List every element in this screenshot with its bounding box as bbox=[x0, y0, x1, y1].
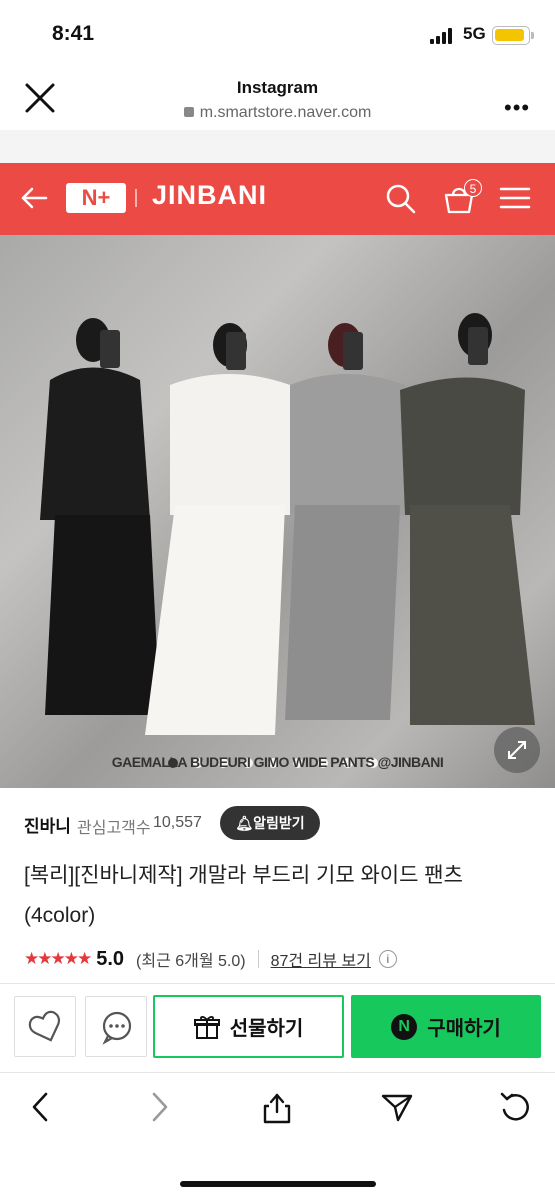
forward-icon[interactable] bbox=[142, 1090, 176, 1124]
status-time: 8:41 bbox=[52, 22, 95, 45]
talk-button[interactable] bbox=[85, 996, 147, 1057]
divider bbox=[0, 983, 555, 984]
chat-bubble-icon bbox=[102, 1011, 132, 1045]
status-bar: 8:41 5G bbox=[0, 0, 555, 66]
rating-stars: ★★★★★ bbox=[24, 949, 92, 968]
browser-origin: Instagram bbox=[236, 78, 319, 97]
naver-n-icon: N bbox=[391, 1013, 418, 1040]
product-photo bbox=[40, 313, 535, 735]
search-icon[interactable] bbox=[385, 183, 417, 215]
seller-name[interactable]: 진바니 bbox=[24, 812, 71, 837]
gift-label: 선물하기 bbox=[229, 1018, 304, 1040]
like-button[interactable] bbox=[14, 996, 76, 1057]
page-top-strip bbox=[0, 130, 555, 163]
bell-plus-icon: 🔔︎ bbox=[235, 815, 254, 831]
gift-icon bbox=[193, 1015, 220, 1039]
product-title: [복리][진바니제작] 개말라 부드리 기모 와이드 팬츠 (4color) bbox=[24, 864, 463, 927]
buy-label: 구매하기 bbox=[427, 1018, 501, 1040]
gift-button[interactable]: 선물하기 bbox=[153, 995, 344, 1058]
menu-icon[interactable] bbox=[499, 186, 531, 210]
lock-icon bbox=[183, 107, 194, 117]
model-charcoal bbox=[400, 313, 535, 725]
product-image[interactable] bbox=[0, 235, 555, 788]
rating-row: ★★★★★ 5.0 (최근 6개월 5.0) 87건 리뷰 보기 i bbox=[24, 946, 397, 972]
cart-count-badge: 5 bbox=[464, 179, 482, 197]
model-grey bbox=[285, 323, 405, 720]
model-black bbox=[40, 318, 160, 715]
back-icon[interactable] bbox=[24, 1090, 58, 1124]
rating-score: 5.0 bbox=[96, 947, 125, 970]
reload-icon[interactable] bbox=[498, 1090, 532, 1124]
more-options-icon[interactable]: ••• bbox=[504, 95, 530, 121]
rating-separator bbox=[257, 950, 259, 968]
brand-logo[interactable]: JINBANI bbox=[152, 180, 267, 211]
buy-button[interactable]: N 구매하기 bbox=[351, 995, 541, 1058]
signal-icon bbox=[430, 28, 452, 44]
followers-count: 10,557 bbox=[153, 814, 202, 831]
expand-icon[interactable] bbox=[494, 727, 540, 773]
image-caption: GAEMALLA BUDEURI GIMO WIDE PANTS @JINBAN… bbox=[111, 754, 444, 770]
notify-button[interactable]: 🔔︎알림받기 bbox=[220, 806, 320, 840]
browser-url: m.smartstore.naver.com bbox=[0, 104, 555, 122]
home-indicator bbox=[180, 1181, 376, 1187]
network-type: 5G bbox=[463, 24, 486, 43]
battery-icon bbox=[492, 26, 534, 45]
info-icon[interactable]: i bbox=[378, 950, 397, 968]
share-icon[interactable] bbox=[260, 1090, 294, 1124]
notify-label: 알림받기 bbox=[253, 815, 305, 831]
logo-divider bbox=[135, 189, 137, 207]
rating-recent: (최근 6개월 5.0) bbox=[136, 953, 246, 970]
reviews-link[interactable]: 87건 리뷰 보기 bbox=[271, 947, 371, 971]
model-white bbox=[145, 323, 290, 735]
followers-label: 관심고객수 bbox=[77, 820, 151, 837]
send-icon[interactable] bbox=[380, 1090, 414, 1124]
nplus-logo[interactable]: N+ bbox=[66, 183, 126, 213]
heart-icon bbox=[28, 1010, 60, 1042]
url-text: m.smartstore.naver.com bbox=[199, 104, 372, 121]
back-arrow-icon[interactable] bbox=[20, 184, 48, 212]
